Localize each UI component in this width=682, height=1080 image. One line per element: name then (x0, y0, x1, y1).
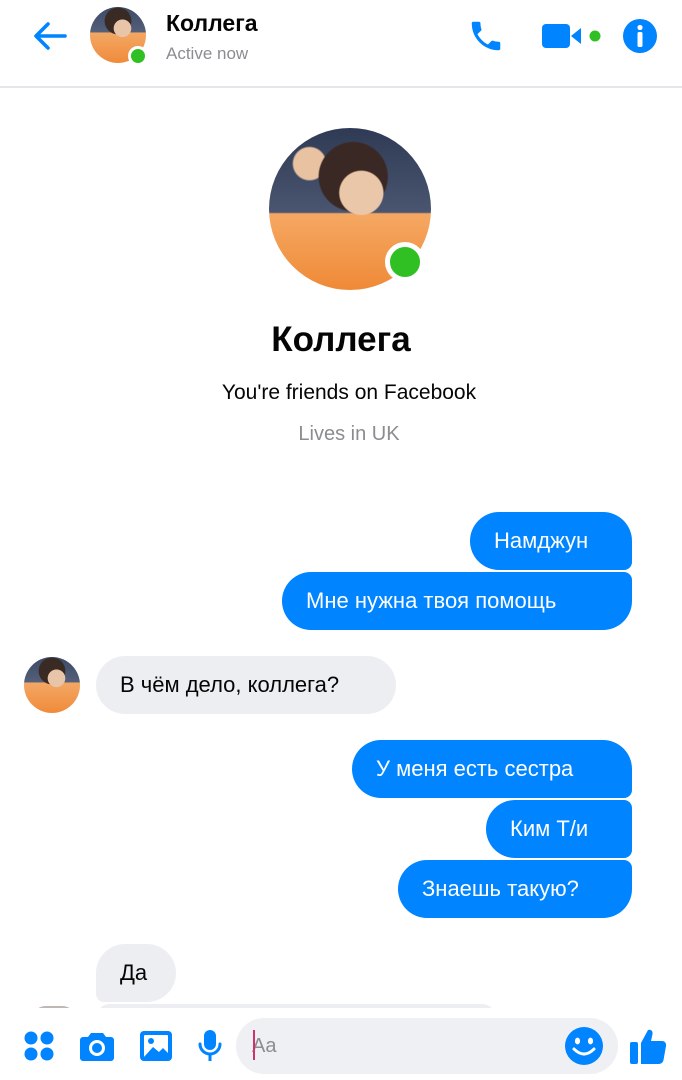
outgoing-message[interactable]: У меня есть сестра (352, 740, 632, 798)
back-button[interactable] (28, 16, 72, 56)
message-composer (0, 1008, 682, 1080)
contact-avatar[interactable] (90, 7, 148, 66)
profile-avatar[interactable] (269, 128, 431, 290)
outgoing-message[interactable]: Знаешь такую? (398, 860, 632, 918)
gallery-icon (140, 1031, 172, 1061)
back-arrow-icon (34, 22, 67, 50)
voice-call-button[interactable] (466, 16, 506, 56)
incoming-message[interactable]: В чём дело, коллега? (96, 656, 396, 714)
text-cursor (253, 1030, 255, 1060)
camera-icon (80, 1033, 114, 1061)
contact-status: Active now (166, 44, 249, 63)
outgoing-message[interactable]: Мне нужна твоя помощь (282, 572, 632, 630)
outgoing-message[interactable]: Ким Т/и (486, 800, 632, 858)
sender-avatar[interactable] (24, 657, 80, 713)
microphone-icon (198, 1030, 222, 1061)
emoji-icon (565, 1027, 603, 1065)
thumbs-up-icon (630, 1029, 667, 1064)
message-input[interactable] (252, 1027, 552, 1065)
apps-grid-icon (24, 1031, 54, 1061)
info-icon (623, 19, 657, 53)
emoji-button[interactable] (562, 1024, 606, 1068)
voice-message-button[interactable] (192, 1027, 228, 1065)
online-status-dot (128, 46, 148, 66)
message-input-container[interactable] (236, 1018, 618, 1074)
friends-status-text: You're friends on Facebook (221, 381, 477, 404)
profile-name: Коллега (271, 320, 411, 359)
gallery-button[interactable] (136, 1027, 176, 1065)
location-text: Lives in UK (298, 423, 400, 445)
video-camera-icon (542, 24, 601, 48)
profile-online-dot (385, 242, 425, 282)
video-call-button[interactable] (540, 18, 606, 54)
like-button[interactable] (626, 1024, 670, 1068)
contact-name[interactable]: Коллега (166, 10, 258, 37)
outgoing-message[interactable]: Намджун (470, 512, 632, 570)
conversation-header: Коллега Active now (0, 0, 682, 88)
phone-icon (471, 21, 501, 51)
info-button[interactable] (620, 16, 660, 56)
incoming-message[interactable]: Да (96, 944, 176, 1002)
camera-button[interactable] (78, 1027, 116, 1065)
more-actions-button[interactable] (20, 1027, 58, 1065)
sender-avatar-image (24, 657, 80, 713)
